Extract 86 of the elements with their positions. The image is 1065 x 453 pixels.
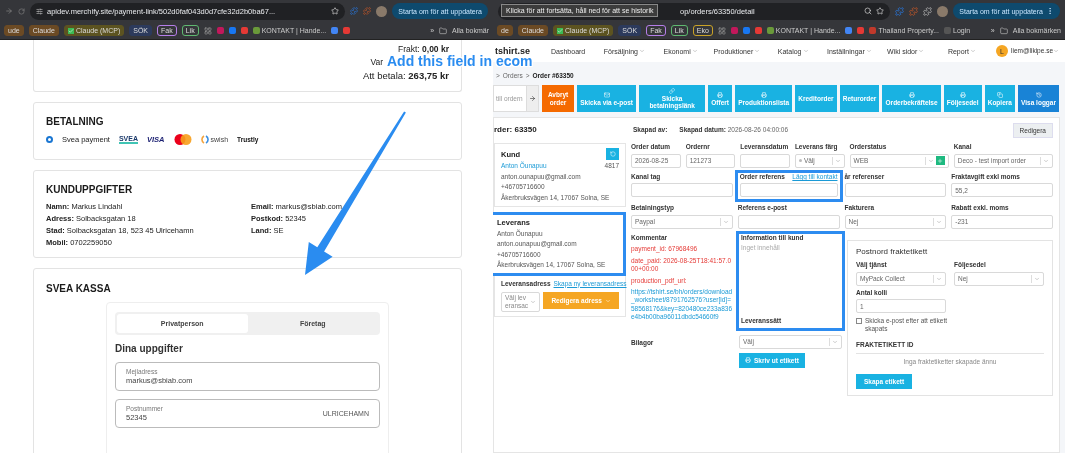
history-icon: [1035, 91, 1042, 98]
envelope-icon: [603, 91, 610, 98]
chevron-icon: [832, 338, 838, 345]
profile-avatar[interactable]: [937, 5, 949, 17]
site-logo[interactable]: tshirt.se: [495, 46, 530, 56]
mastercard-logo: [173, 134, 192, 145]
folder-icon: [999, 26, 1008, 35]
favicon-icon[interactable]: [228, 27, 236, 34]
favicon-icon[interactable]: [216, 27, 224, 34]
favicon-icon[interactable]: [766, 27, 774, 34]
section-title: BETALNING: [46, 116, 105, 127]
chevron-icon: [605, 297, 611, 304]
favicon-icon[interactable]: [240, 27, 248, 34]
favicon-icon[interactable]: [754, 27, 762, 34]
arrow-icon: [529, 95, 536, 103]
printer-icon: [745, 357, 751, 364]
section-title: KUNDUPPGIFTER: [46, 184, 134, 195]
swish-icon: [200, 135, 209, 144]
chevron-icon: [1053, 48, 1059, 54]
panel-title: Postnord fraktetikett: [856, 246, 929, 258]
annotation-text: Add this field in ecom: [387, 53, 533, 69]
extension-icon: [895, 6, 905, 16]
input-field[interactable]: [739, 183, 838, 198]
chevron-icon: [834, 157, 841, 164]
favicon-icon[interactable]: [343, 27, 351, 34]
printer-icon: [959, 91, 966, 98]
summary-line: Frakt: 0,00 kr: [397, 44, 449, 54]
chevron-icon: [865, 48, 872, 54]
favicon-icon[interactable]: [252, 27, 260, 34]
favicon-icon[interactable]: [869, 27, 877, 34]
printer-icon: [760, 91, 767, 98]
section-title: SVEA KASSA: [46, 283, 112, 294]
chevron-icon: [927, 157, 934, 164]
summary-line: Var: [370, 57, 383, 67]
checkbox-icon: [557, 27, 563, 34]
chevron-icon: [802, 48, 809, 54]
checkbox-icon: [67, 27, 74, 34]
radio-button[interactable]: [46, 136, 53, 143]
refresh-button[interactable]: [606, 148, 619, 161]
chevron-icon: [1034, 275, 1040, 282]
extensions-icon: [923, 6, 933, 16]
chevron-icon: [969, 48, 976, 54]
grid-icon: [717, 26, 726, 35]
favicon-icon[interactable]: [857, 27, 865, 34]
star-icon: [876, 7, 885, 15]
extension-icon: [363, 7, 372, 15]
zoom-icon: [864, 7, 873, 15]
chevron-icon: [691, 48, 698, 54]
plus-icon: [937, 157, 944, 164]
printer-icon: [908, 91, 915, 98]
chevron-icon: [936, 275, 942, 282]
favicon-icon[interactable]: [331, 27, 339, 34]
star-icon: [331, 7, 340, 15]
order-title: rder: 63350: [494, 125, 538, 136]
input-field[interactable]: [844, 183, 947, 198]
form-heading: Dina uppgifter: [115, 343, 184, 354]
site-settings-icon: [36, 7, 43, 15]
chevron-icon: [639, 48, 645, 54]
favicon-icon[interactable]: [845, 27, 853, 34]
grid-icon: [203, 26, 212, 35]
input-field[interactable]: [740, 153, 790, 168]
chevron-icon: [918, 48, 925, 54]
menu-icon[interactable]: [1046, 7, 1054, 15]
dot-icon: [798, 159, 802, 163]
reload-icon: [18, 7, 25, 15]
printer-icon: [717, 91, 724, 98]
folder-icon: [439, 26, 448, 35]
input-field[interactable]: [737, 214, 840, 229]
chevron-icon: [722, 218, 729, 225]
link-icon: [669, 87, 676, 94]
refresh-icon: [609, 151, 616, 158]
extension-icon: [909, 6, 919, 16]
favicon-icon[interactable]: [730, 27, 738, 34]
copy-icon: [996, 91, 1003, 98]
favicon-icon[interactable]: [742, 27, 750, 34]
chevron-icon: [936, 218, 943, 225]
add-button[interactable]: [935, 156, 945, 166]
chevron-icon: [1043, 157, 1049, 164]
forward-icon: [5, 7, 13, 15]
chevron-icon: [754, 48, 761, 54]
summary-line: Att betala: 263,75 kr: [362, 70, 449, 81]
checkbox[interactable]: [856, 318, 862, 324]
input-field[interactable]: [631, 183, 733, 198]
extension-icon: [350, 7, 359, 15]
chevron-icon: [530, 299, 537, 306]
profile-avatar[interactable]: [376, 5, 388, 17]
